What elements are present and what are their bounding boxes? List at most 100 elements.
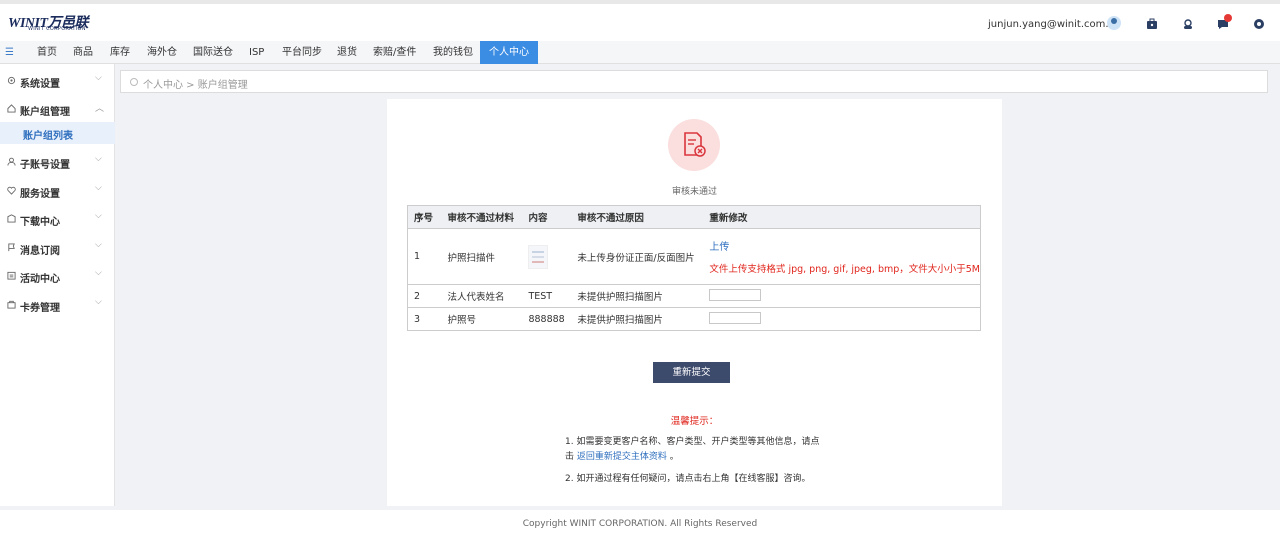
row-action: [703, 307, 982, 331]
chevron-down-icon: ⌵: [95, 183, 102, 193]
logo-subtext: WINIT CORPORATION: [28, 26, 86, 32]
sidebar-item-account-group[interactable]: 账户组管理 ︿: [0, 95, 115, 123]
download-icon: [7, 214, 16, 223]
sidebar-item-label: 下载中心: [20, 217, 60, 228]
sidebar-item-label: 系统设置: [20, 79, 60, 90]
passport-number-input[interactable]: [709, 312, 762, 325]
status-indicator: [668, 119, 720, 171]
footer: Copyright WINIT CORPORATION. All Rights …: [0, 510, 1280, 540]
coupon-icon: [7, 300, 16, 309]
nav-item-home[interactable]: 首页: [37, 41, 57, 64]
nav-item-international-delivery[interactable]: 国际送仓: [193, 41, 233, 64]
row-material: 法人代表姓名: [441, 284, 523, 308]
nav-item-platform-sync[interactable]: 平台同步: [282, 41, 322, 64]
row-material: 护照扫描件: [441, 228, 523, 285]
sidebar-item-label: 消息订阅: [20, 246, 60, 257]
sidebar-item-message-subscription[interactable]: 消息订阅 ⌵: [0, 234, 115, 262]
sidebar-item-label: 子账号设置: [20, 160, 70, 171]
user-email[interactable]: junjun.yang@winit.com.cn: [988, 19, 1120, 30]
sidebar-item-service-settings[interactable]: 服务设置 ⌵: [0, 177, 115, 205]
resubmit-button[interactable]: 重新提交: [653, 362, 730, 383]
calendar-icon: [7, 271, 16, 280]
nav-item-returns[interactable]: 退货: [337, 41, 357, 64]
row-content: 888888: [522, 307, 572, 331]
row-action: 上传 文件上传支持格式 jpg, png, gif, jpeg, bmp，文件大…: [703, 228, 982, 285]
upload-link[interactable]: 上传: [709, 238, 980, 253]
home-icon[interactable]: [130, 78, 138, 86]
column-header: 审核不通过材料: [441, 205, 523, 229]
row-material: 护照号: [441, 307, 523, 331]
rejected-document-icon: [684, 132, 706, 157]
document-thumbnail[interactable]: [528, 244, 549, 269]
sidebar-item-sub-accounts[interactable]: 子账号设置 ⌵: [0, 148, 115, 176]
breadcrumb-text[interactable]: 个人中心 > 账户组管理: [143, 76, 248, 91]
company-logo[interactable]: WINIT万邑联 WINIT CORPORATION: [8, 12, 108, 36]
upload-hint: 文件上传支持格式 jpg, png, gif, jpeg, bmp，文件大小小于…: [709, 264, 980, 275]
tip-1-end: 。: [669, 452, 679, 462]
column-header: 审核不通过原因: [571, 205, 704, 229]
user-icon: [7, 157, 16, 166]
sidebar-item-label: 活动中心: [20, 274, 60, 285]
nav-item-personal-center[interactable]: 个人中心: [480, 41, 538, 64]
status-text: 审核未通过: [671, 187, 717, 197]
row-reason: 未上传身份证正面/反面图片: [571, 228, 704, 285]
top-header: WINIT万邑联 WINIT CORPORATION junjun.yang@w…: [0, 0, 1280, 41]
nav-item-isp[interactable]: ISP: [249, 41, 264, 64]
tip-1: 1. 如需要变更客户名称、客户类型、开户类型等其他信息，请点击 返回重新提交主体…: [565, 435, 827, 465]
sidebar: 系统设置 ⌵ 账户组管理 ︿ 账户组列表 子账号设置 ⌵ 服务设置 ⌵ 下载中心…: [0, 64, 115, 506]
table-row: 3 护照号 888888 未提供护照扫描图片: [407, 307, 982, 331]
tips-title: 温馨提示：: [670, 416, 719, 427]
rejection-table: 序号 审核不通过材料 内容 审核不通过原因 重新修改 1 护照扫描件 未上传身份…: [407, 205, 982, 331]
sidebar-item-activity-center[interactable]: 活动中心 ⌵: [0, 262, 115, 290]
chevron-down-icon: ⌵: [95, 73, 102, 83]
resubmit-entity-info-link[interactable]: 返回重新提交主体资料: [577, 452, 667, 462]
nav-item-wallet[interactable]: 我的钱包: [433, 41, 473, 64]
chevron-down-icon: ⌵: [95, 240, 102, 250]
breadcrumb: 个人中心 > 账户组管理: [120, 70, 1268, 93]
notification-badge: [1224, 14, 1232, 22]
column-header: 重新修改: [703, 205, 982, 229]
settings-icon: [7, 76, 16, 85]
table-row: 2 法人代表姓名 TEST 未提供护照扫描图片: [407, 284, 982, 308]
heart-icon: [7, 186, 16, 195]
nav-item-claims[interactable]: 索赔/查件: [373, 41, 416, 64]
table-row: 1 护照扫描件 未上传身份证正面/反面图片 上传 文件上传支持格式 jpg, p…: [407, 228, 982, 285]
table-header-row: 序号 审核不通过材料 内容 审核不通过原因 重新修改: [407, 205, 982, 229]
sidebar-item-download-center[interactable]: 下载中心 ⌵: [0, 205, 115, 233]
legal-rep-name-input[interactable]: [709, 289, 762, 302]
sidebar-subitem-account-group-list[interactable]: 账户组列表: [0, 122, 115, 144]
chevron-up-icon: ︿: [95, 104, 105, 114]
column-header: 内容: [522, 205, 572, 229]
tip-2: 2. 如开通过程有任何疑问，请点击右上角【在线客服】咨询。: [565, 474, 811, 484]
chevron-down-icon: ⌵: [95, 297, 102, 307]
chevron-down-icon: ⌵: [95, 268, 102, 278]
review-result-panel: 审核未通过 序号 审核不通过材料 内容 审核不通过原因 重新修改 1 护照扫描件…: [387, 99, 1002, 506]
menu-toggle-icon[interactable]: ☰: [5, 47, 14, 58]
column-header: 序号: [407, 205, 442, 229]
row-number: 2: [407, 284, 442, 308]
chevron-down-icon: ⌵: [95, 154, 102, 164]
nav-item-overseas-warehouse[interactable]: 海外仓: [147, 41, 177, 64]
sidebar-item-label: 服务设置: [20, 189, 60, 200]
sidebar-item-label: 卡券管理: [20, 303, 60, 314]
row-content: TEST: [522, 284, 572, 308]
row-reason: 未提供护照扫描图片: [571, 284, 704, 308]
flag-icon: [8, 243, 15, 252]
sidebar-item-system-settings[interactable]: 系统设置 ⌵: [0, 67, 115, 95]
chevron-down-icon: ⌵: [95, 211, 102, 221]
row-content: [522, 228, 572, 285]
nav-item-inventory[interactable]: 库存: [110, 41, 130, 64]
sidebar-item-coupon-management[interactable]: 卡券管理 ⌵: [0, 291, 115, 319]
customer-service-icon[interactable]: [1182, 18, 1194, 30]
settings-icon[interactable]: [1253, 18, 1265, 30]
home-icon: [7, 104, 16, 113]
row-number: 1: [407, 228, 442, 285]
briefcase-icon[interactable]: [1146, 18, 1158, 30]
copyright-text: Copyright WINIT CORPORATION. All Rights …: [522, 519, 758, 529]
nav-item-products[interactable]: 商品: [73, 41, 93, 64]
sidebar-item-label: 账户组管理: [20, 107, 70, 118]
row-reason: 未提供护照扫描图片: [571, 307, 704, 331]
sidebar-subitem-label: 账户组列表: [23, 131, 73, 142]
avatar[interactable]: [1107, 16, 1121, 30]
main-nav: ☰ 首页 商品 库存 海外仓 国际送仓 ISP 平台同步 退货 索赔/查件 我的…: [0, 41, 1280, 64]
